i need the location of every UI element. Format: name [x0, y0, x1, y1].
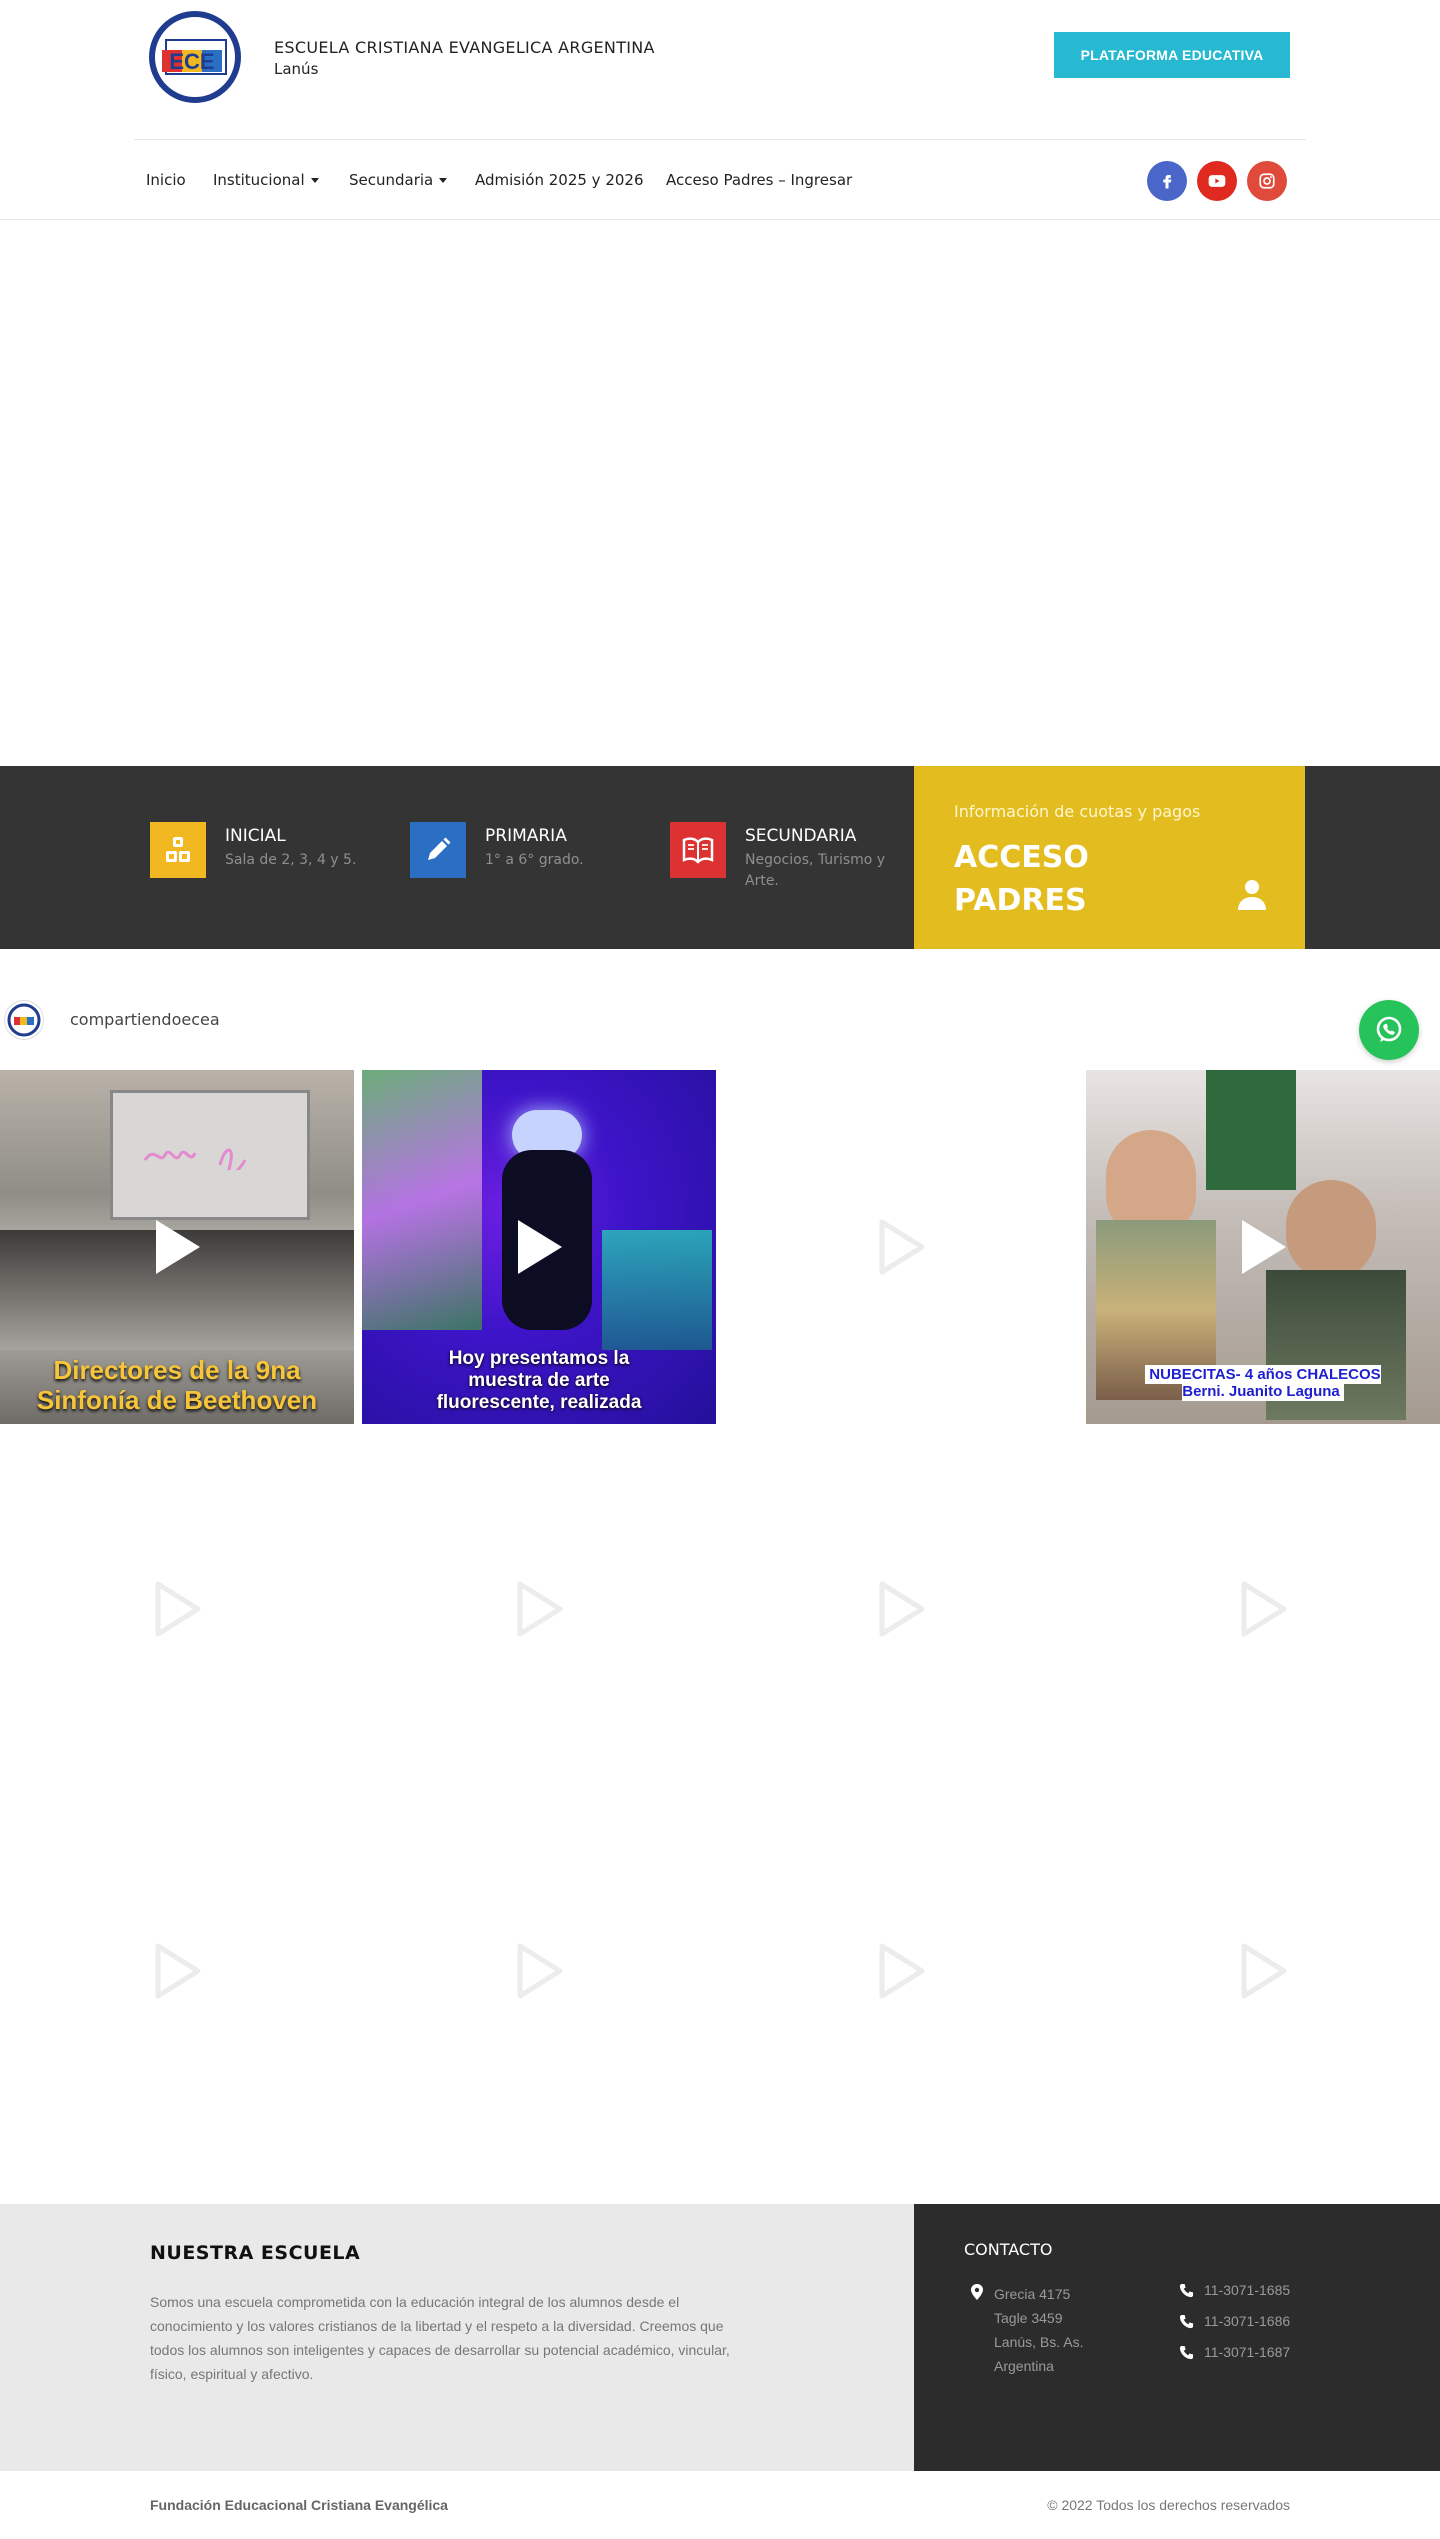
instagram-post-placeholder[interactable]: [0, 1794, 354, 2148]
level-title: SECUNDARIA: [745, 826, 857, 846]
user-icon: [1234, 876, 1270, 917]
caret-down-icon: [439, 177, 448, 183]
nav-item-secundaria[interactable]: Secundaria: [349, 171, 448, 189]
address-line: Argentina: [994, 2358, 1054, 2374]
contact-title: CONTACTO: [964, 2240, 1053, 2259]
post-caption: Hoy presentamos la muestra de arte fluor…: [436, 1348, 642, 1413]
instagram-post-placeholder[interactable]: [724, 1794, 1078, 2148]
instagram-username[interactable]: compartiendoecea: [70, 1010, 220, 1029]
play-outline-icon: [155, 1581, 201, 1637]
instagram-avatar[interactable]: [4, 1000, 44, 1040]
acceso-padres-panel[interactable]: Información de cuotas y pagos ACCESO PAD…: [914, 766, 1305, 949]
instagram-link[interactable]: [1247, 161, 1287, 201]
play-icon: [1242, 1220, 1286, 1274]
instagram-post[interactable]: NUBECITAS- 4 años CHALECOS Berni. Juanit…: [1086, 1070, 1440, 1424]
address-line: Tagle 3459: [994, 2310, 1063, 2326]
play-outline-icon: [879, 1943, 925, 1999]
play-outline-icon: [155, 1943, 201, 1999]
levels-band: INICIAL Sala de 2, 3, 4 y 5. PRIMARIA 1°…: [0, 766, 1440, 949]
nav-item-label: Inicio: [146, 171, 186, 189]
play-outline-icon: [879, 1219, 925, 1275]
teacher-photo: [1206, 1070, 1296, 1190]
address-line: Grecia 4175: [994, 2286, 1071, 2302]
fluorescent-art: [602, 1230, 712, 1350]
youtube-link[interactable]: [1197, 161, 1237, 201]
school-name: ESCUELA CRISTIANA EVANGELICA ARGENTINA: [274, 38, 655, 57]
instagram-post[interactable]: Hoy presentamos la muestra de arte fluor…: [362, 1070, 716, 1424]
contact-phone[interactable]: 11-3071-1685: [1179, 2282, 1290, 2298]
school-city: Lanús: [274, 60, 319, 78]
play-outline-icon: [517, 1943, 563, 1999]
nav-item-acceso-padres[interactable]: Acceso Padres – Ingresar: [666, 171, 852, 189]
nav-item-label: Institucional: [213, 171, 305, 189]
child-photo: [1286, 1180, 1376, 1280]
whatsapp-icon: [1376, 1016, 1402, 1042]
instagram-post-placeholder[interactable]: [724, 1432, 1078, 1786]
book-icon: [670, 822, 726, 878]
main-nav: Inicio Institucional Secundaria Admisión…: [134, 141, 1306, 219]
instagram-icon: [1259, 173, 1275, 189]
caret-down-icon: [310, 177, 319, 183]
hero-slider: [0, 220, 1440, 766]
whatsapp-button[interactable]: [1359, 1000, 1419, 1060]
footer-description: Somos una escuela comprometida con la ed…: [150, 2294, 730, 2382]
footer-title: NUESTRA ESCUELA: [150, 2242, 361, 2264]
copyright: © 2022 Todos los derechos reservados: [1047, 2497, 1290, 2513]
contact-phone[interactable]: 11-3071-1686: [1179, 2313, 1290, 2329]
foundation-name: Fundación Educacional Cristiana Evangéli…: [150, 2497, 448, 2513]
school-logo[interactable]: ECE: [148, 10, 242, 104]
footer-contact: CONTACTO Grecia 4175 Tagle 3459 Lanús, B…: [914, 2204, 1440, 2471]
facebook-link[interactable]: [1147, 161, 1187, 201]
footer-about: NUESTRA ESCUELA Somos una escuela compro…: [0, 2204, 914, 2471]
instagram-post[interactable]: [724, 1070, 1078, 1424]
post-caption: Directores de la 9na Sinfonía de Beethov…: [36, 1355, 318, 1415]
play-outline-icon: [1241, 1943, 1287, 1999]
nav-item-label: Admisión 2025 y 2026: [475, 171, 644, 189]
nav-item-label: Secundaria: [349, 171, 434, 189]
contact-phone[interactable]: 11-3071-1687: [1179, 2344, 1290, 2360]
youtube-icon: [1208, 175, 1226, 187]
nav-item-admision[interactable]: Admisión 2025 y 2026: [475, 171, 644, 189]
nav-item-inicio[interactable]: Inicio: [146, 171, 186, 189]
neon-doodle: [143, 1148, 247, 1170]
play-icon: [518, 1220, 562, 1274]
header: ECE ESCUELA CRISTIANA EVANGELICA ARGENTI…: [134, 0, 1306, 140]
instagram-post[interactable]: Directores de la 9na Sinfonía de Beethov…: [0, 1070, 354, 1424]
post-caption: NUBECITAS- 4 años CHALECOS Berni. Juanit…: [1086, 1365, 1440, 1402]
phone-icon: [1179, 2283, 1194, 2297]
instagram-post-placeholder[interactable]: [1086, 1794, 1440, 2148]
contact-address: Grecia 4175 Tagle 3459 Lanús, Bs. As. Ar…: [994, 2282, 1084, 2378]
play-outline-icon: [879, 1581, 925, 1637]
phone-number: 11-3071-1687: [1204, 2344, 1291, 2360]
level-title: PRIMARIA: [485, 826, 567, 846]
level-description: Sala de 2, 3, 4 y 5.: [225, 852, 357, 868]
phone-number: 11-3071-1685: [1204, 2282, 1291, 2298]
nav-item-label: Acceso Padres – Ingresar: [666, 171, 853, 189]
platform-educativa-button[interactable]: PLATAFORMA EDUCATIVA: [1054, 32, 1290, 78]
phone-icon: [1179, 2345, 1194, 2359]
pencil-icon: [410, 822, 466, 878]
phone-icon: [1179, 2314, 1194, 2328]
level-description: Negocios, Turismo y Arte.: [745, 852, 886, 889]
instagram-post-placeholder[interactable]: [362, 1432, 716, 1786]
address-line: Lanús, Bs. As.: [994, 2334, 1084, 2350]
fluorescent-art: [362, 1070, 482, 1330]
logo-text: ECE: [169, 49, 214, 74]
post-caption-text: NUBECITAS- 4 años CHALECOS Berni. Juanit…: [1145, 1365, 1381, 1402]
instagram-post-placeholder[interactable]: [1086, 1432, 1440, 1786]
map-pin-icon: [971, 2284, 983, 2300]
instagram-post-placeholder[interactable]: [0, 1432, 354, 1786]
play-outline-icon: [1241, 1581, 1287, 1637]
level-description: 1° a 6° grado.: [485, 852, 584, 868]
nav-item-institucional[interactable]: Institucional: [213, 171, 319, 189]
padres-title: ACCESO PADRES: [954, 840, 1089, 918]
play-outline-icon: [517, 1581, 563, 1637]
level-title: INICIAL: [225, 826, 286, 846]
phone-number: 11-3071-1686: [1204, 2313, 1291, 2329]
facebook-icon: [1163, 175, 1172, 189]
instagram-post-placeholder[interactable]: [362, 1794, 716, 2148]
blocks-icon: [150, 822, 206, 878]
padres-subtitle: Información de cuotas y pagos: [954, 802, 1201, 821]
play-icon: [156, 1220, 200, 1274]
